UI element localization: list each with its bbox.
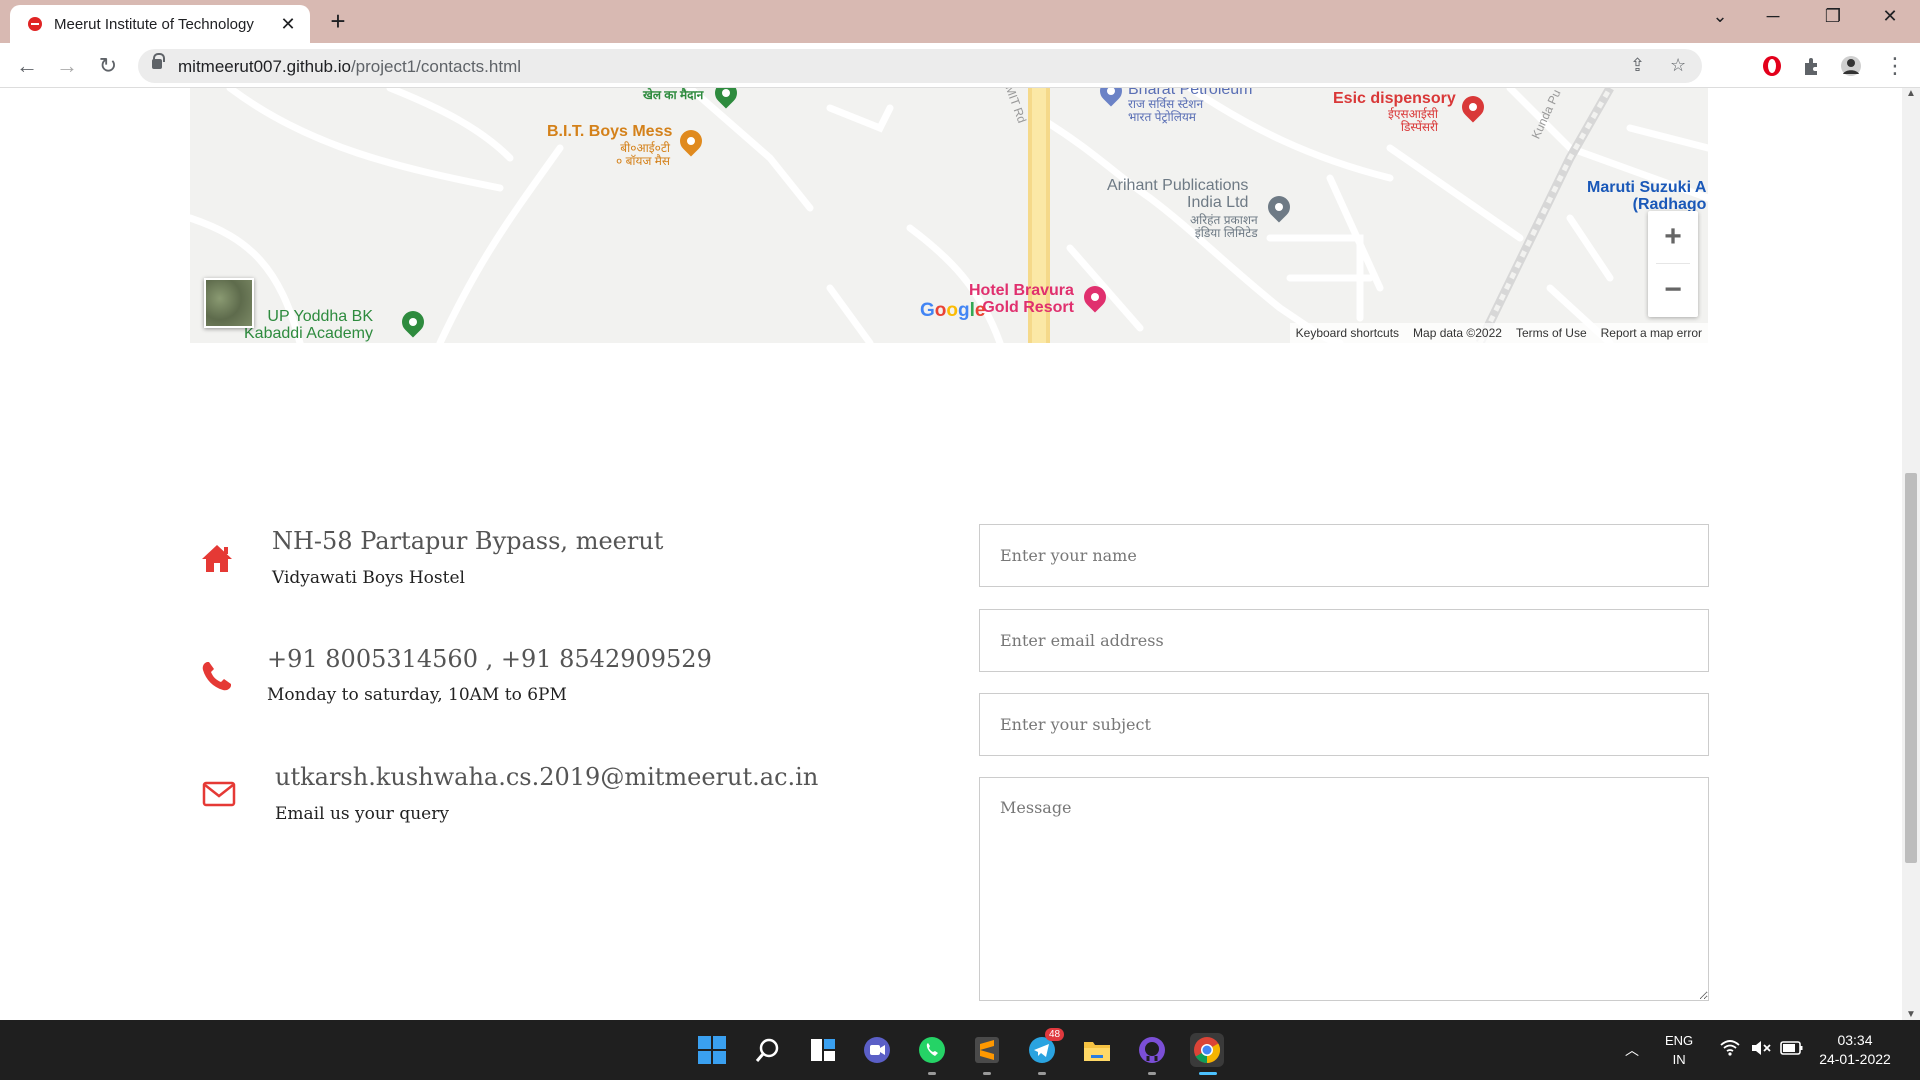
page-scrollbar[interactable]: ▲ ▼ <box>1902 88 1920 1020</box>
file-explorer-icon[interactable] <box>1080 1033 1114 1067</box>
volume-muted-icon[interactable] <box>1750 1039 1772 1062</box>
map-place-esic-dispensory[interactable]: Esic dispensory <box>1333 90 1456 108</box>
region-code: IN <box>1672 1052 1686 1067</box>
telegram-unread-badge: 48 <box>1045 1028 1065 1041</box>
address-bar[interactable]: mitmeerut007.github.io/project1/contacts… <box>138 49 1702 83</box>
chrome-icon[interactable] <box>1190 1033 1224 1067</box>
back-arrow-icon[interactable]: ← <box>12 51 42 81</box>
telegram-running-indicator <box>1038 1072 1046 1075</box>
clock[interactable]: 03:34 24-01-2022 <box>1815 1031 1895 1069</box>
zoom-in-button[interactable]: + <box>1648 211 1698 263</box>
browser-titlebar: Meerut Institute of Technology ✕ + ⌄ ─ ❐… <box>0 0 1920 43</box>
teams-chat-icon[interactable] <box>860 1033 894 1067</box>
satellite-toggle[interactable] <box>204 278 254 328</box>
opera-extension-icon[interactable] <box>1761 55 1783 77</box>
minimize-button[interactable]: ─ <box>1753 6 1793 27</box>
subject-input[interactable] <box>979 693 1709 756</box>
share-icon[interactable]: ⇪ <box>1630 55 1645 76</box>
github-running-indicator <box>1148 1072 1156 1075</box>
phone-title: +91 8005314560 , +91 8542909529 <box>267 645 712 673</box>
chrome-active-indicator <box>1199 1072 1217 1075</box>
bookmark-star-icon[interactable]: ☆ <box>1670 55 1686 76</box>
browser-tab[interactable]: Meerut Institute of Technology ✕ <box>10 5 310 43</box>
clock-date: 24-01-2022 <box>1819 1051 1891 1067</box>
show-hidden-icons-icon[interactable]: ︿ <box>1625 1041 1639 1060</box>
whatsapp-icon[interactable] <box>915 1033 949 1067</box>
url-text[interactable]: mitmeerut007.github.io/project1/contacts… <box>178 57 521 77</box>
email-subtitle: Email us your query <box>275 804 449 824</box>
map-place-bit-sub: बी०आई०टी ० बॉयज मैस <box>616 141 671 168</box>
sublime-running-indicator <box>983 1072 991 1075</box>
home-icon <box>202 545 232 572</box>
keyboard-shortcuts-link[interactable]: Keyboard shortcuts <box>1296 326 1399 340</box>
phone-icon <box>202 662 231 691</box>
tab-title: Meerut Institute of Technology <box>54 15 254 33</box>
close-window-button[interactable]: ✕ <box>1870 6 1910 27</box>
reload-icon[interactable]: ↻ <box>93 51 123 81</box>
message-textarea[interactable] <box>979 777 1709 1001</box>
sublime-text-icon[interactable] <box>970 1033 1004 1067</box>
github-desktop-icon[interactable] <box>1135 1033 1169 1067</box>
scrollbar-thumb[interactable] <box>1905 473 1917 863</box>
terms-of-use-link[interactable]: Terms of Use <box>1516 326 1587 340</box>
email-input[interactable] <box>979 609 1709 672</box>
forward-arrow-icon[interactable]: → <box>52 51 82 81</box>
phone-subtitle: Monday to saturday, 10AM to 6PM <box>267 685 567 705</box>
language-indicator[interactable]: ENG IN <box>1665 1031 1693 1069</box>
profile-avatar-icon[interactable] <box>1840 55 1862 77</box>
map-place-bharat-sub: राज सर्विस स्टेशन भारत पेट्रोलियम <box>1128 97 1204 124</box>
name-input[interactable] <box>979 524 1709 587</box>
wifi-icon[interactable] <box>1720 1040 1740 1061</box>
extensions-puzzle-icon[interactable] <box>1801 55 1823 77</box>
restore-button[interactable]: ❐ <box>1813 6 1853 27</box>
google-logo[interactable]: Google <box>920 300 985 322</box>
windows-taskbar: 48 ︿ ENG IN 03:34 24-01-2022 <box>0 1020 1920 1080</box>
battery-charging-icon[interactable] <box>1780 1040 1804 1061</box>
map-place-arihant[interactable]: Arihant Publications India Ltd <box>1107 177 1248 212</box>
map-place-bit-boys-mess[interactable]: B.I.T. Boys Mess <box>547 123 672 141</box>
clock-time: 03:34 <box>1837 1032 1873 1048</box>
site-favicon-icon <box>28 17 42 31</box>
map-data-text: Map data ©2022 <box>1413 326 1502 340</box>
search-icon[interactable] <box>751 1033 785 1067</box>
lock-icon[interactable] <box>152 53 165 69</box>
scroll-down-icon[interactable]: ▼ <box>1902 1009 1920 1020</box>
report-map-error-link[interactable]: Report a map error <box>1601 326 1702 340</box>
language-code: ENG <box>1665 1033 1694 1048</box>
whatsapp-running-indicator <box>928 1072 936 1075</box>
browser-toolbar: ← → ↻ mitmeerut007.github.io/project1/co… <box>0 43 1920 88</box>
map-place-khel-maidan[interactable]: खेल का मैदान <box>643 89 703 102</box>
zoom-out-button[interactable]: − <box>1648 264 1698 316</box>
google-map[interactable]: खेल का मैदान B.I.T. Boys Mess बी०आई०टी ०… <box>190 88 1708 343</box>
scroll-up-icon[interactable]: ▲ <box>1902 88 1920 99</box>
address-title: NH-58 Partapur Bypass, meerut <box>272 527 664 555</box>
email-icon <box>202 781 236 807</box>
windows-start-icon[interactable] <box>695 1033 729 1067</box>
tab-close-icon[interactable]: ✕ <box>278 14 298 35</box>
map-place-esic-sub: ईएसआईसी डिस्पेंसरी <box>1388 107 1439 134</box>
address-subtitle: Vidyawati Boys Hostel <box>272 568 465 588</box>
new-tab-button[interactable]: + <box>323 6 353 37</box>
email-title: utkarsh.kushwaha.cs.2019@mitmeerut.ac.in <box>275 763 819 791</box>
tab-search-icon[interactable]: ⌄ <box>1700 6 1740 27</box>
map-place-up-yoddha[interactable]: UP Yoddha BK Kabaddi Academy <box>244 308 373 343</box>
map-footer: Keyboard shortcuts Map data ©2022 Terms … <box>1289 323 1708 343</box>
map-place-maruti-suzuki[interactable]: Maruti Suzuki A (Radhago <box>1587 179 1706 214</box>
task-view-icon[interactable] <box>806 1033 840 1067</box>
more-menu-icon[interactable]: ⋮ <box>1880 51 1910 81</box>
zoom-controls: + − <box>1648 211 1698 317</box>
map-place-arihant-sub: अरिहंत प्रकाशन इंडिया लिमिटेड <box>1190 213 1258 240</box>
